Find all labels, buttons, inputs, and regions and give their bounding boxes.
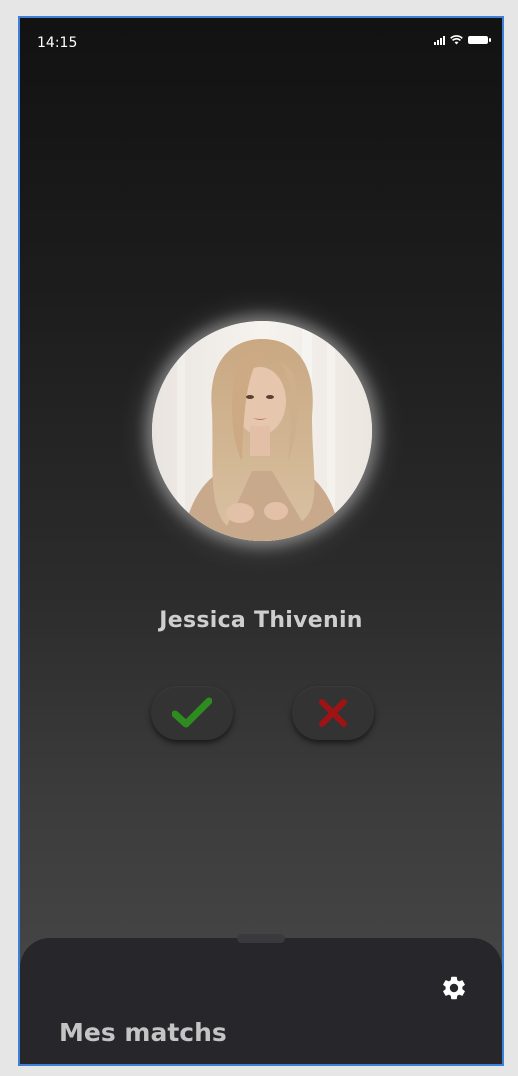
check-icon [172, 697, 212, 728]
wifi-icon [450, 35, 463, 45]
status-icons [434, 35, 491, 45]
gear-icon [443, 976, 465, 1000]
phone-screen: 14:15 Jessica Thivenin Mes matchs [18, 16, 504, 1066]
sheet-title: Mes matchs [59, 1018, 227, 1047]
settings-button[interactable] [440, 974, 468, 1002]
matches-bottom-sheet[interactable]: Mes matchs [20, 934, 502, 1064]
battery-icon [468, 36, 491, 44]
status-time: 14:15 [37, 35, 78, 51]
close-icon [319, 699, 347, 727]
reject-button[interactable] [292, 686, 374, 740]
status-bar: 14:15 [20, 18, 502, 68]
profile-photo [152, 321, 372, 541]
sheet-drag-handle[interactable] [237, 934, 285, 943]
signal-icon [434, 35, 445, 45]
profile-name: Jessica Thivenin [159, 608, 363, 633]
accept-button[interactable] [151, 686, 233, 740]
